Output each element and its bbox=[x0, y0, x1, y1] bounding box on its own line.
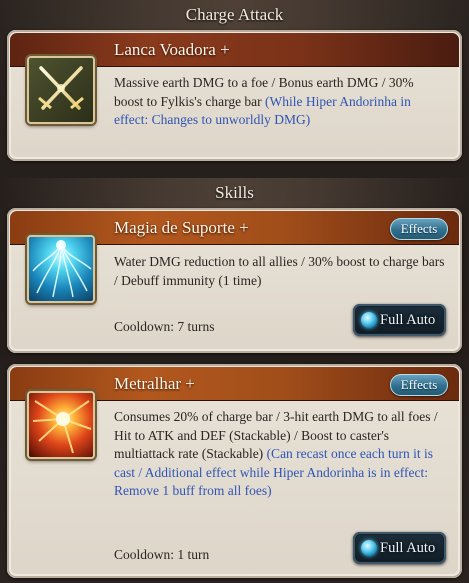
full-auto-button[interactable]: Full Auto bbox=[353, 304, 446, 336]
charge-attack-card: Lanca Voadora + Massive earth DMG to a f… bbox=[7, 30, 462, 161]
skills-heading: Skills bbox=[0, 178, 469, 208]
skill-name: Metralhar bbox=[114, 374, 182, 393]
crossed-swords-icon bbox=[27, 56, 95, 124]
skill-description: Water DMG reduction to all allies / 30% … bbox=[114, 254, 445, 288]
charge-attack-description: Massive earth DMG to a foe / Bonus earth… bbox=[114, 74, 446, 130]
charge-attack-name: Lanca Voadora bbox=[114, 40, 216, 59]
skill-title: Magia de Suporte + bbox=[114, 211, 249, 245]
full-auto-label: Full Auto bbox=[380, 540, 436, 556]
auto-indicator-icon bbox=[361, 312, 377, 328]
upgrade-plus: + bbox=[239, 218, 249, 237]
skill-cooldown: Cooldown: 7 turns bbox=[114, 319, 215, 334]
effects-button[interactable]: Effects bbox=[390, 218, 448, 240]
full-auto-label: Full Auto bbox=[380, 312, 436, 328]
auto-indicator-icon bbox=[361, 540, 377, 556]
skill-title: Metralhar + bbox=[114, 367, 195, 401]
fire-burst-icon bbox=[27, 391, 95, 459]
skill-card: Metralhar + Effects Consumes 20% of char… bbox=[7, 364, 462, 578]
skill-name: Magia de Suporte bbox=[114, 218, 235, 237]
effects-button[interactable]: Effects bbox=[390, 374, 448, 396]
full-auto-button[interactable]: Full Auto bbox=[353, 532, 446, 564]
skill-cooldown: Cooldown: 1 turn bbox=[114, 547, 210, 562]
charge-attack-title: Lanca Voadora + bbox=[114, 33, 230, 67]
water-light-icon bbox=[27, 235, 95, 303]
skill-description: Consumes 20% of charge bar / 3-hit earth… bbox=[114, 408, 446, 501]
skill-card: Magia de Suporte + Effects Water DMG red… bbox=[7, 208, 462, 353]
upgrade-plus: + bbox=[220, 40, 230, 59]
charge-attack-heading: Charge Attack bbox=[0, 0, 469, 30]
upgrade-plus: + bbox=[185, 374, 195, 393]
